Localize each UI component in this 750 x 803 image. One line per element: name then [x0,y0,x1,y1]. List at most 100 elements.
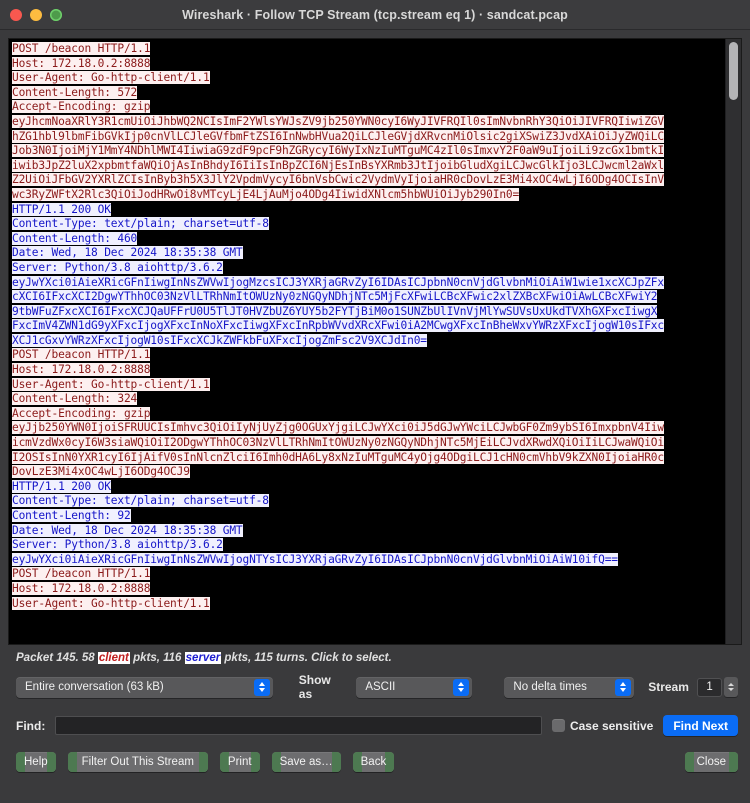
stream-line-text: Content-Length: 92 [12,509,131,522]
stream-line-server: HTTP/1.1 200 OK [12,202,725,218]
stream-line-client: Host: 172.18.0.2:8888 [12,581,725,597]
stream-content-panel: POST /beacon HTTP/1.1 Host: 172.18.0.2:88… [8,38,742,645]
stream-line-text: Content-Type: text/plain; charset=utf-8 [12,494,269,508]
stream-line-client: Job3N0IjoiMjY1MmY4NDhlMWI4IiwiaG9zdF9pcF… [12,144,725,159]
show-as-select[interactable]: ASCII [356,676,473,698]
stream-line-client: POST /beacon HTTP/1.1 [12,567,725,582]
stream-label: Stream [648,680,689,694]
stream-line-text: Date: Wed, 18 Dec 2024 18:35:38 GMT [12,246,243,260]
stream-line-server: Content-Length: 92 [12,509,725,524]
help-button-label: Help [24,756,48,768]
vertical-scrollbar-thumb[interactable] [729,42,738,100]
stream-line-server: Server: Python/3.8 aiohttp/3.6.2 [12,538,725,553]
filter-out-this-stream-button[interactable]: Filter Out This Stream [67,752,209,772]
stream-line-text: Content-Length: 572 [12,85,138,99]
case-sensitive-label: Case sensitive [569,718,654,733]
stream-line-text: DovLzE3Mi4xOC4wLjI6ODg4OCJ9 [12,465,190,479]
follow-tcp-stream-window: Wireshark · Follow TCP Stream (tcp.strea… [0,0,750,803]
stream-line-server: Content-Type: text/plain; charset=utf-8 [12,494,725,509]
stream-line-text: POST /beacon HTTP/1.1 [12,348,151,362]
stream-line-client: User-Agent: Go-http-client/1.1 [12,377,725,393]
stream-line-text: Accept-Encoding: gzip [12,100,151,114]
conversation-select[interactable]: Entire conversation (63 kB) [16,676,273,698]
stream-line-text: FxcImV4ZWN1dG9yXFxcIjogXFxcInNoXFxcIiwgX… [12,319,664,333]
window-title: Wireshark · Follow TCP Stream (tcp.strea… [182,7,568,22]
stream-line-text: cXCI6IFxcXCI2DgwYThhOC03NzVlLTRhNmItOWUz… [12,290,658,304]
stream-line-text: eyJhcmNoaXRlY3R1cmUiOiJhbWQ2NCIsImF2YWls… [12,114,664,128]
stream-number-input[interactable]: 1 [696,677,723,697]
stream-line-client: Z2UiOiJFbGV2YXRlZCIsInByb3h5X3JlY2VpdmVy… [12,173,725,188]
stream-line-text: hZG1hbl9lbmFibGVkIjp0cnVlLCJleGVfbmFtZSI… [12,129,664,143]
find-input[interactable] [55,716,542,735]
stream-line-client: eyJhcmNoaXRlY3R1cmUiOiJhbWQ2NCIsImF2YWls… [12,114,725,130]
find-row: Find: Case sensitive Find Next [16,715,738,736]
minimize-window-button[interactable] [30,8,42,21]
stream-line-text: User-Agent: Go-http-client/1.1 [12,596,210,610]
stream-line-text: Z2UiOiJFbGV2YXRlZCIsInByb3h5X3JlY2VpdmVy… [12,173,664,187]
stream-line-server: Content-Type: text/plain; charset=utf-8 [12,217,725,232]
case-sensitive-checkbox[interactable] [551,719,565,732]
stream-line-client: POST /beacon HTTP/1.1 [12,348,725,363]
window-controls [0,8,62,21]
stream-line-server: HTTP/1.1 200 OK [12,479,725,495]
stream-line-text: Host: 172.18.0.2:8888 [12,363,151,377]
back-button[interactable]: Back [352,752,395,772]
status-server-highlight: server [184,652,222,664]
stream-line-client: DovLzE3Mi4xOC4wLjI6ODg4OCJ9 [12,465,725,480]
status-client-highlight: client [97,652,130,664]
stream-line-client: eyJjb250YWN0IjoiSFRUUCIsImhvc3QiOiIyNjUy… [12,421,725,436]
close-window-button[interactable] [10,8,22,21]
print-button[interactable]: Print [219,752,260,772]
help-button[interactable]: Help [16,752,56,772]
stream-line-server: Content-Length: 460 [12,231,725,247]
stream-number-stepper[interactable] [724,677,738,697]
find-next-label: Find Next [673,718,728,733]
stream-line-client: Host: 172.18.0.2:8888 [12,363,725,378]
save-as-button[interactable]: Save as… [271,752,341,772]
stream-line-text: iwib3JpZ2luX2xpbmtfaWQiOjAsInBhdyI6IiIsI… [12,158,664,172]
stream-line-text: I2OSIsInN0YXR1cyI6IjAifV0sInNlcnZlciI6Im… [12,450,664,464]
delta-times-select[interactable]: No delta times [504,676,635,698]
stream-line-client: I2OSIsInN0YXR1cyI6IjAifV0sInNlcnZlciI6Im… [12,450,725,466]
stream-line-client: Accept-Encoding: gzip [12,406,725,422]
stream-line-server: FxcImV4ZWN1dG9yXFxcIjogXFxcInNoXFxcIiwgX… [12,319,725,334]
stream-line-text: Accept-Encoding: gzip [12,406,151,420]
packet-status-line[interactable]: Packet 145. 58 client pkts, 116 server p… [16,652,750,664]
status-suffix: pkts, 115 turns. Click to select. [221,652,392,664]
stream-line-client: wc3RyZWFtX2Rlc3QiOiJodHRwOi8vMTcyLjE4LjA… [12,187,725,203]
stream-line-text: Content-Type: text/plain; charset=utf-8 [12,217,269,231]
close-button[interactable]: Close [684,752,739,772]
zoom-window-button[interactable] [50,8,62,21]
chevron-updown-icon [253,678,270,696]
stream-line-text: HTTP/1.1 200 OK [12,202,111,216]
stream-line-text: eyJwYXci0iAieXRicGFnIiwgInNsZWVwIjogMzcs… [12,275,664,289]
case-sensitive-checkbox-wrap[interactable]: Case sensitive [551,718,654,733]
stream-line-text: eyJwYXci0iAieXRicGFnIiwgInNsZWVwIjogNTYs… [12,552,618,566]
dialog-button-row: Help Filter Out This Stream Print Save a… [16,752,739,772]
find-label: Find: [16,718,46,733]
conversation-select-value: Entire conversation (63 kB) [25,681,164,693]
stream-line-text: eyJjb250YWN0IjoiSFRUUCIsImhvc3QiOiIyNjUy… [12,421,664,435]
stream-line-text: User-Agent: Go-http-client/1.1 [12,377,210,391]
stream-line-text: HTTP/1.1 200 OK [12,479,111,493]
stream-line-server: eyJwYXci0iAieXRicGFnIiwgInNsZWVwIjogNTYs… [12,552,725,568]
stream-line-text: Content-Length: 324 [12,392,138,406]
status-middle: pkts, 116 [129,652,185,664]
vertical-scrollbar[interactable] [725,39,741,644]
stream-line-client: POST /beacon HTTP/1.1 [12,42,725,57]
print-button-label: Print [227,756,252,768]
status-prefix: Packet 145. 58 [16,652,98,664]
stream-controls-row: Entire conversation (63 kB) Show as ASCI… [16,673,738,701]
stream-text-area[interactable]: POST /beacon HTTP/1.1 Host: 172.18.0.2:88… [9,39,725,644]
stream-line-client: User-Agent: Go-http-client/1.1 [12,596,725,612]
stream-line-text: Server: Python/3.8 aiohttp/3.6.2 [12,260,223,274]
stream-line-client: Accept-Encoding: gzip [12,100,725,115]
save-as-button-label: Save as… [279,756,333,768]
title-bar: Wireshark · Follow TCP Stream (tcp.strea… [0,0,750,30]
stream-line-text: POST /beacon HTTP/1.1 [12,42,151,55]
stream-line-text: Date: Wed, 18 Dec 2024 18:35:38 GMT [12,523,243,537]
stream-line-text: XCJ1cGxvYWRzXFxcIjogW10sIFxcXCJkZWFkbFuX… [12,333,427,347]
find-next-button[interactable]: Find Next [663,715,738,736]
stream-line-client: hZG1hbl9lbmFibGVkIjp0cnVlLCJleGVfbmFtZSI… [12,129,725,145]
stream-line-text: wc3RyZWFtX2Rlc3QiOiJodHRwOi8vMTcyLjE4LjA… [12,187,520,201]
